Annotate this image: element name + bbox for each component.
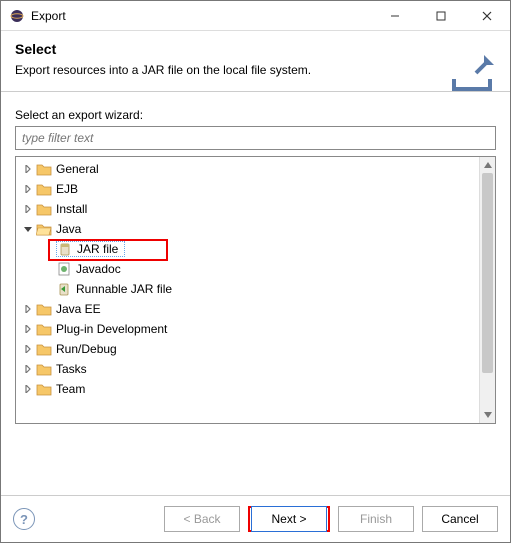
runnable-jar-icon [56,282,72,296]
cancel-button[interactable]: Cancel [422,506,498,532]
folder-open-icon [36,222,52,236]
finish-button[interactable]: Finish [338,506,414,532]
wizard-tree-container: General EJB Install Java [15,156,496,424]
tree-item-label: JAR file [77,242,118,256]
tree-item-label: Plug-in Development [56,322,167,336]
scroll-up-icon[interactable] [480,157,495,173]
javadoc-icon [56,262,72,276]
select-wizard-label: Select an export wizard: [15,108,496,122]
banner-heading: Select [15,41,496,57]
wizard-banner: Select Export resources into a JAR file … [1,31,510,92]
tree-item-label: Java [56,222,81,236]
tree-item-label: Runnable JAR file [76,282,172,296]
chevron-right-icon [22,203,34,215]
chevron-right-icon [22,343,34,355]
folder-icon [36,322,52,336]
chevron-right-icon [22,183,34,195]
folder-icon [36,162,52,176]
tree-item-label: EJB [56,182,78,196]
next-button[interactable]: Next > [251,506,327,532]
help-button[interactable]: ? [13,508,35,530]
tree-item-java[interactable]: Java [16,219,479,239]
tree-item-label: Javadoc [76,262,121,276]
folder-icon [36,382,52,396]
chevron-right-icon [22,163,34,175]
chevron-right-icon [22,323,34,335]
folder-icon [36,362,52,376]
tree-item-install[interactable]: Install [16,199,479,219]
back-button[interactable]: < Back [164,506,240,532]
maximize-button[interactable] [418,1,464,31]
scroll-thumb[interactable] [482,173,493,373]
tree-item-general[interactable]: General [16,159,479,179]
tree-item-tasks[interactable]: Tasks [16,359,479,379]
folder-icon [36,202,52,216]
folder-icon [36,342,52,356]
chevron-right-icon [22,303,34,315]
tree-item-team[interactable]: Team [16,379,479,399]
chevron-right-icon [22,383,34,395]
tree-item-plugin-dev[interactable]: Plug-in Development [16,319,479,339]
annotation-highlight-next: Next > [248,506,330,532]
folder-icon [36,302,52,316]
tree-item-selection: JAR file [56,241,125,257]
banner-description: Export resources into a JAR file on the … [15,63,496,77]
tree-item-jar-file[interactable]: JAR file [16,239,479,259]
chevron-right-icon [22,363,34,375]
tree-item-label: Java EE [56,302,101,316]
button-bar: ? < Back Next > Finish Cancel [1,495,510,542]
folder-icon [36,182,52,196]
minimize-button[interactable] [372,1,418,31]
tree-item-label: Team [56,382,85,396]
window-controls [372,1,510,31]
wizard-tree[interactable]: General EJB Install Java [16,157,479,423]
tree-item-label: Run/Debug [56,342,117,356]
scroll-down-icon[interactable] [480,407,495,423]
close-button[interactable] [464,1,510,31]
jar-file-icon [57,242,73,256]
filter-input[interactable] [15,126,496,150]
chevron-down-icon [22,223,34,235]
tree-item-runnable-jar[interactable]: Runnable JAR file [16,279,479,299]
eclipse-icon [9,8,25,24]
tree-scrollbar[interactable] [479,157,495,423]
wizard-content: Select an export wizard: General EJB Ins… [1,92,510,432]
tree-item-javadoc[interactable]: Javadoc [16,259,479,279]
tree-item-label: General [56,162,99,176]
tree-item-rundebug[interactable]: Run/Debug [16,339,479,359]
export-icon [448,49,496,97]
tree-item-label: Tasks [56,362,87,376]
tree-item-ejb[interactable]: EJB [16,179,479,199]
window-title: Export [31,9,372,23]
tree-item-javaee[interactable]: Java EE [16,299,479,319]
titlebar: Export [1,1,510,31]
tree-item-label: Install [56,202,87,216]
